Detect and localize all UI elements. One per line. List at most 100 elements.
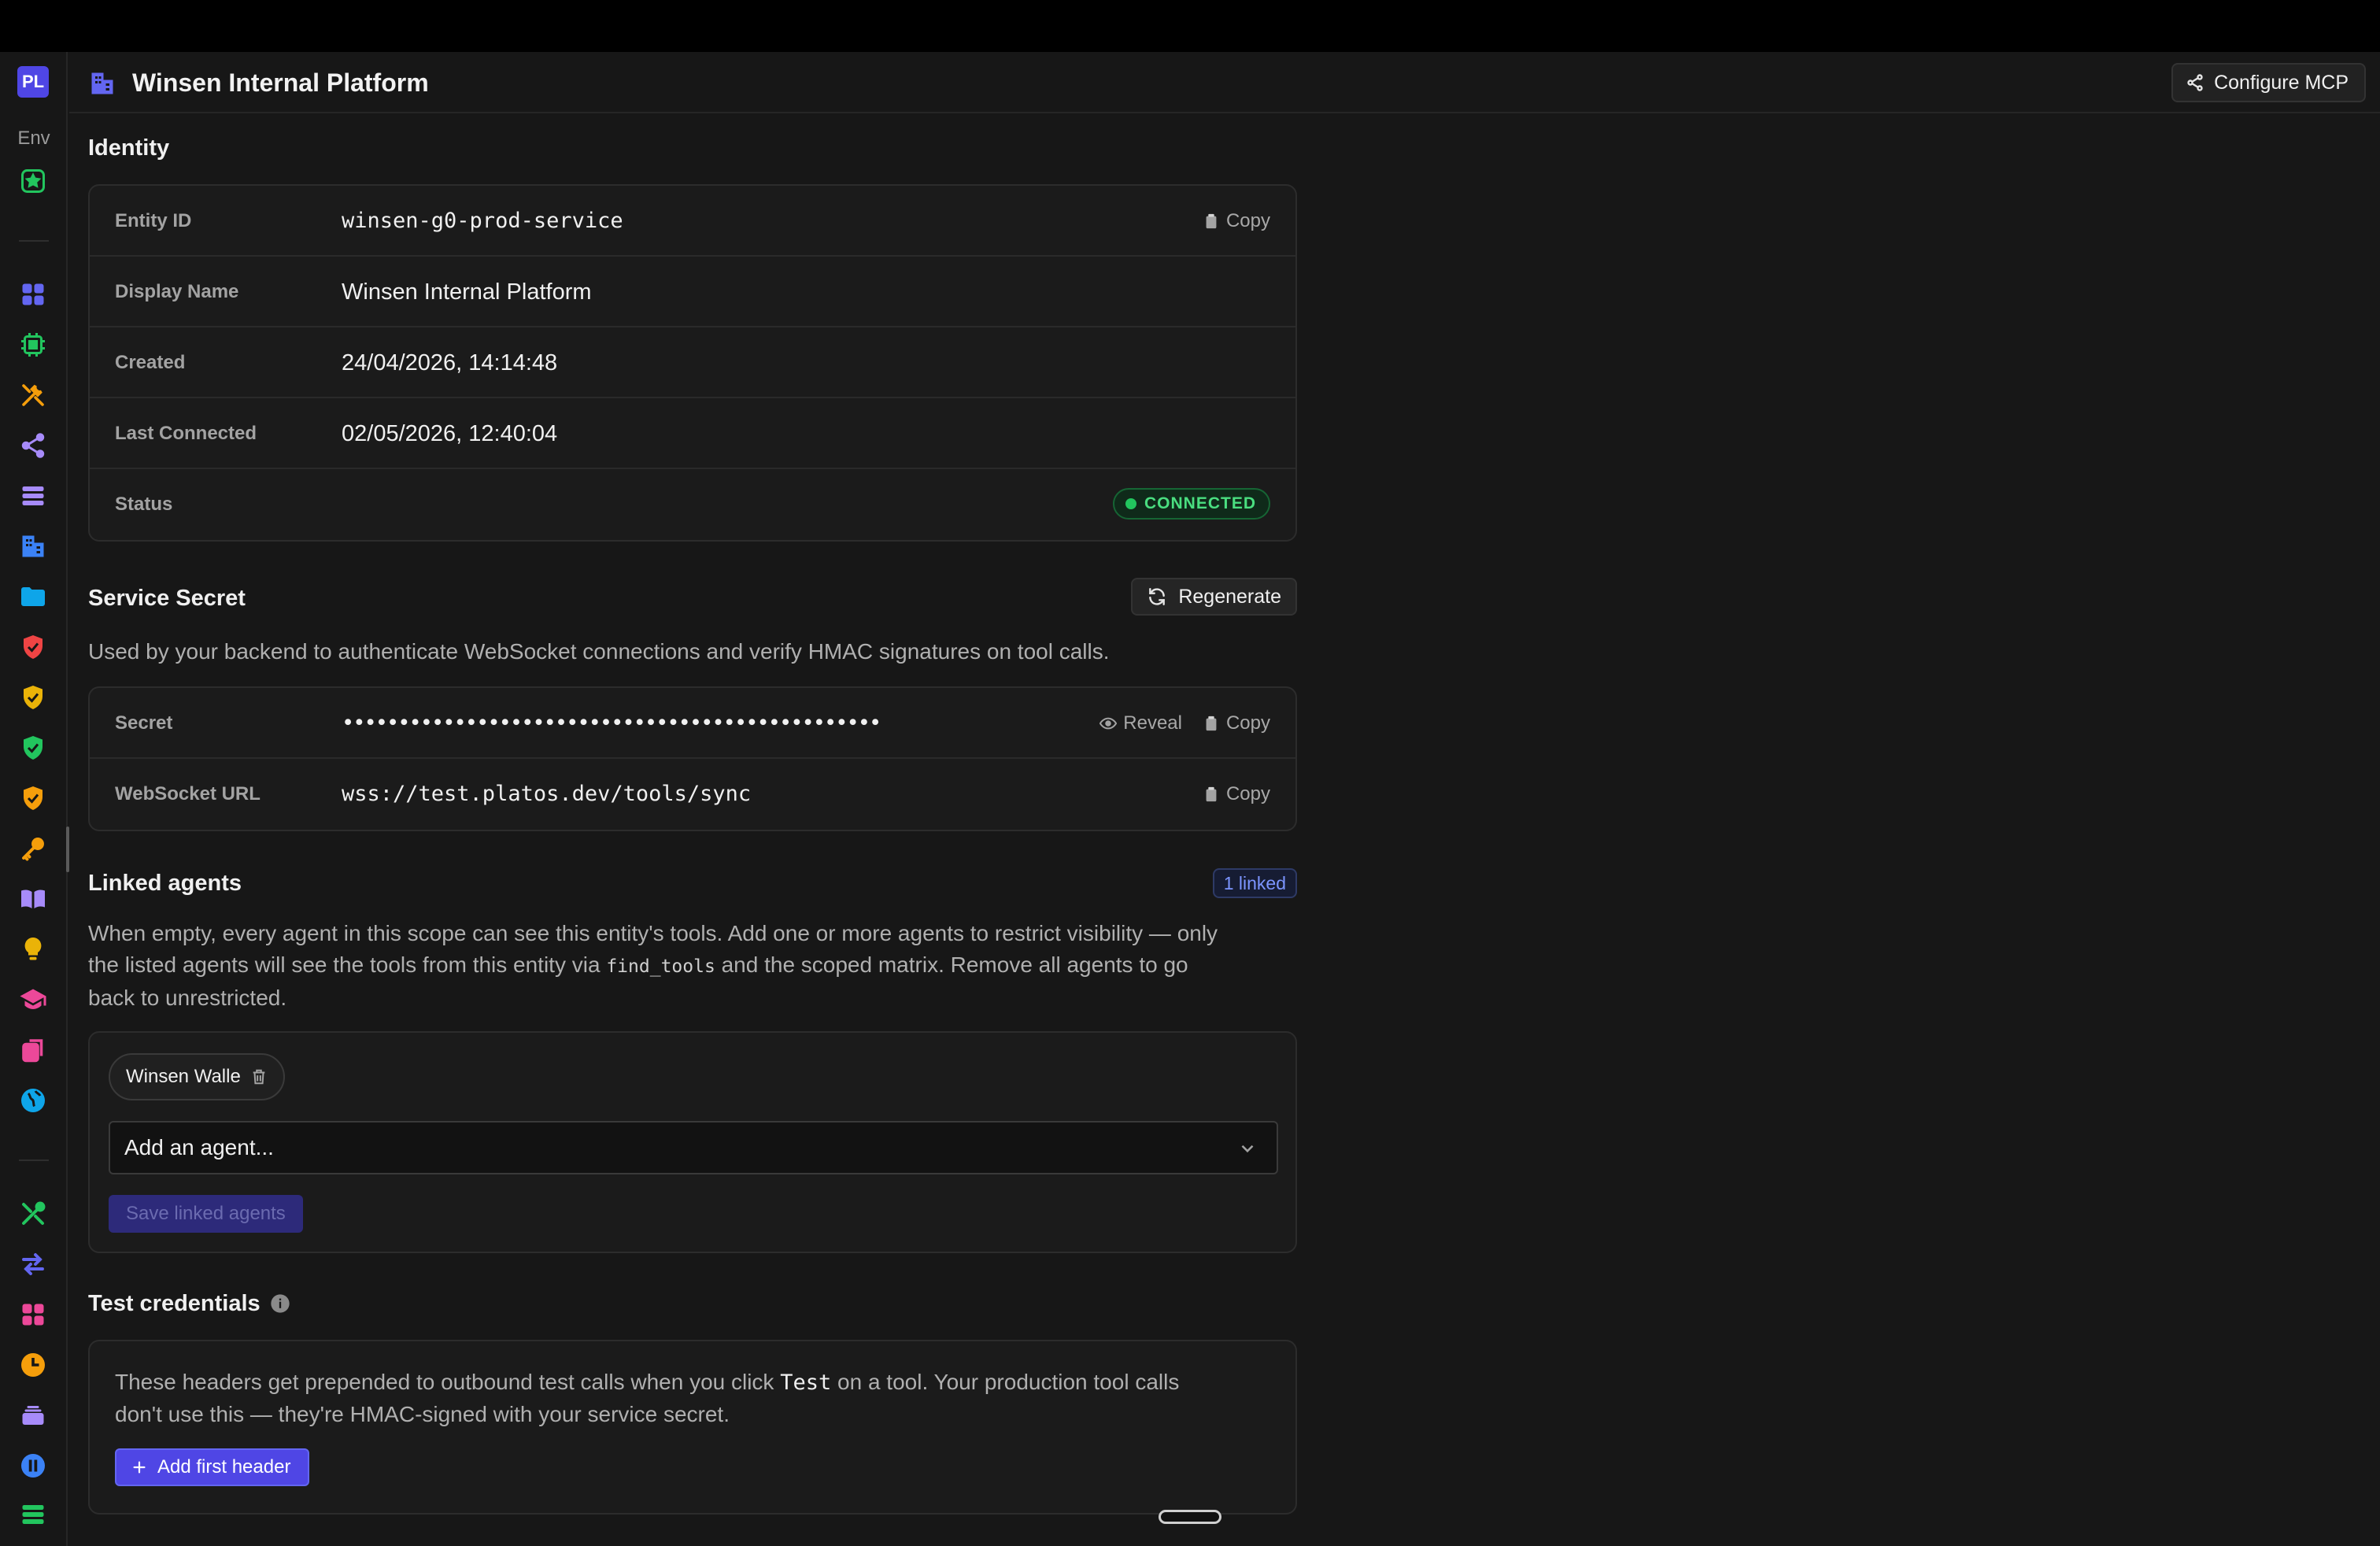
identity-title: Identity	[88, 135, 170, 161]
folder-icon[interactable]	[19, 583, 47, 611]
row-label: Secret	[115, 712, 173, 734]
add-agent-placeholder: Add an agent...	[124, 1135, 274, 1160]
app-logo[interactable]: PL	[17, 66, 49, 98]
status-row: Status CONNECTED	[90, 469, 1295, 540]
page-header: Winsen Internal Platform Configure MCP	[69, 52, 2380, 113]
regenerate-label: Regenerate	[1178, 585, 1281, 608]
entity-id-row: Entity ID winsen-g0-prod-service Copy	[90, 186, 1295, 257]
lightbulb-icon[interactable]	[19, 935, 47, 963]
copy-websocket-url-button[interactable]: Copy	[1203, 759, 1270, 830]
trash-icon[interactable]	[250, 1068, 268, 1086]
desc-line: the listed agents will see the tools fro…	[88, 949, 1316, 982]
clipboard-icon	[1206, 213, 1217, 229]
desc-line: These headers get prepended to outbound …	[115, 1367, 1280, 1399]
clipboard-icon	[1206, 786, 1217, 802]
test-credentials-description: These headers get prepended to outbound …	[115, 1367, 1280, 1430]
page-title: Winsen Internal Platform	[132, 68, 429, 97]
wrench-cross-icon[interactable]	[19, 1200, 47, 1228]
shield-yellow-icon[interactable]	[19, 683, 47, 712]
linked-agents-description: When empty, every agent in this scope ca…	[88, 918, 1316, 1014]
websocket-url-value: wss://test.platos.dev/tools/sync	[342, 782, 752, 806]
last-connected-row: Last Connected 02/05/2026, 12:40:04	[90, 398, 1295, 469]
rail-divider-2	[19, 1160, 49, 1161]
apps-icon[interactable]	[19, 1300, 47, 1329]
shield-red-icon[interactable]	[19, 633, 47, 661]
desc-text: and the scoped matrix. Remove all agents…	[715, 952, 1188, 977]
scroll-handle[interactable]	[1159, 1510, 1221, 1524]
identity-card: Entity ID winsen-g0-prod-service Copy Di…	[88, 184, 1297, 542]
copy-label: Copy	[1225, 783, 1270, 804]
row-label: Created	[115, 352, 186, 373]
desc-text: These headers get prepended to outbound …	[115, 1370, 781, 1394]
tools-icon[interactable]	[19, 381, 47, 409]
regenerate-button[interactable]: Regenerate	[1131, 578, 1297, 616]
sidebar-rail: PL Env	[0, 52, 69, 1546]
configure-mcp-button[interactable]: Configure MCP	[2171, 63, 2366, 102]
env-star-icon[interactable]	[19, 167, 47, 195]
row-label: Entity ID	[115, 210, 192, 231]
clock-icon[interactable]	[19, 1351, 47, 1379]
building-icon[interactable]	[19, 532, 47, 560]
entity-id-value: winsen-g0-prod-service	[342, 209, 623, 233]
stack-icon[interactable]	[19, 1401, 47, 1429]
status-badge: CONNECTED	[1112, 488, 1270, 520]
linked-agents-card: Winsen Walle Add an agent... Save linked…	[88, 1031, 1297, 1253]
shield-green-icon[interactable]	[19, 734, 47, 762]
transfer-icon[interactable]	[19, 1250, 47, 1278]
created-value: 24/04/2026, 14:14:48	[342, 350, 558, 375]
status-dot-icon	[1125, 498, 1136, 509]
key-icon[interactable]	[19, 834, 47, 863]
database-icon[interactable]	[19, 482, 47, 510]
shield-amber-icon[interactable]	[19, 784, 47, 812]
copy-secret-button[interactable]: Copy	[1203, 688, 1270, 759]
display-name-row: Display Name Winsen Internal Platform	[90, 257, 1295, 327]
rail-divider	[19, 240, 49, 242]
window-top-bar	[0, 0, 2380, 52]
refresh-icon	[1149, 588, 1166, 605]
desc-line: don't use this — they're HMAC-signed wit…	[115, 1402, 730, 1426]
row-label: WebSocket URL	[115, 783, 261, 804]
plus-icon	[133, 1461, 146, 1474]
clipboard-icon	[1206, 716, 1217, 731]
share-icon	[2187, 74, 2203, 91]
row-label: Display Name	[115, 281, 239, 302]
chip-icon[interactable]	[19, 331, 47, 359]
clipboard-icon[interactable]	[19, 1036, 47, 1064]
row-label: Status	[115, 494, 173, 515]
add-agent-select[interactable]: Add an agent...	[109, 1121, 1278, 1174]
server-icon[interactable]	[19, 1500, 47, 1529]
reveal-label: Reveal	[1123, 712, 1182, 734]
secret-row: Secret •••••••••••••••••••••••••••••••••…	[90, 688, 1295, 759]
reveal-secret-button[interactable]: Reveal	[1099, 688, 1182, 759]
graduation-cap-icon[interactable]	[19, 986, 47, 1014]
secret-card: Secret •••••••••••••••••••••••••••••••••…	[88, 686, 1297, 831]
websocket-url-row: WebSocket URL wss://test.platos.dev/tool…	[90, 759, 1295, 830]
secret-value-masked: ••••••••••••••••••••••••••••••••••••••••…	[342, 711, 881, 735]
service-secret-description: Used by your backend to authenticate Web…	[88, 639, 1110, 664]
info-icon[interactable]	[269, 1293, 291, 1315]
eye-icon	[1099, 717, 1118, 730]
copy-label: Copy	[1225, 712, 1270, 734]
desc-line: When empty, every agent in this scope ca…	[88, 921, 1218, 945]
desc-text: on a tool. Your production tool calls	[831, 1370, 1180, 1394]
agent-chip: Winsen Walle	[109, 1053, 285, 1100]
chevron-down-icon	[1241, 1145, 1254, 1153]
add-first-header-label: Add first header	[157, 1456, 291, 1478]
share-icon[interactable]	[19, 431, 47, 460]
globe-icon[interactable]	[19, 1086, 47, 1115]
inline-code: find_tools	[606, 956, 715, 977]
desc-line: back to unrestricted.	[88, 986, 287, 1010]
save-linked-agents-button[interactable]: Save linked agents	[109, 1195, 303, 1233]
add-first-header-button[interactable]: Add first header	[115, 1448, 310, 1486]
display-name-value: Winsen Internal Platform	[342, 279, 592, 305]
copy-entity-id-button[interactable]: Copy	[1203, 186, 1270, 257]
service-secret-title: Service Secret	[88, 586, 246, 611]
book-icon[interactable]	[19, 885, 47, 913]
dashboard-icon[interactable]	[19, 280, 47, 309]
pause-circle-icon[interactable]	[19, 1452, 47, 1480]
env-label: Env	[17, 128, 50, 149]
last-connected-value: 02/05/2026, 12:40:04	[342, 421, 558, 446]
building-icon	[91, 72, 113, 94]
configure-mcp-label: Configure MCP	[2214, 71, 2349, 94]
desc-text: the listed agents will see the tools fro…	[88, 952, 607, 977]
